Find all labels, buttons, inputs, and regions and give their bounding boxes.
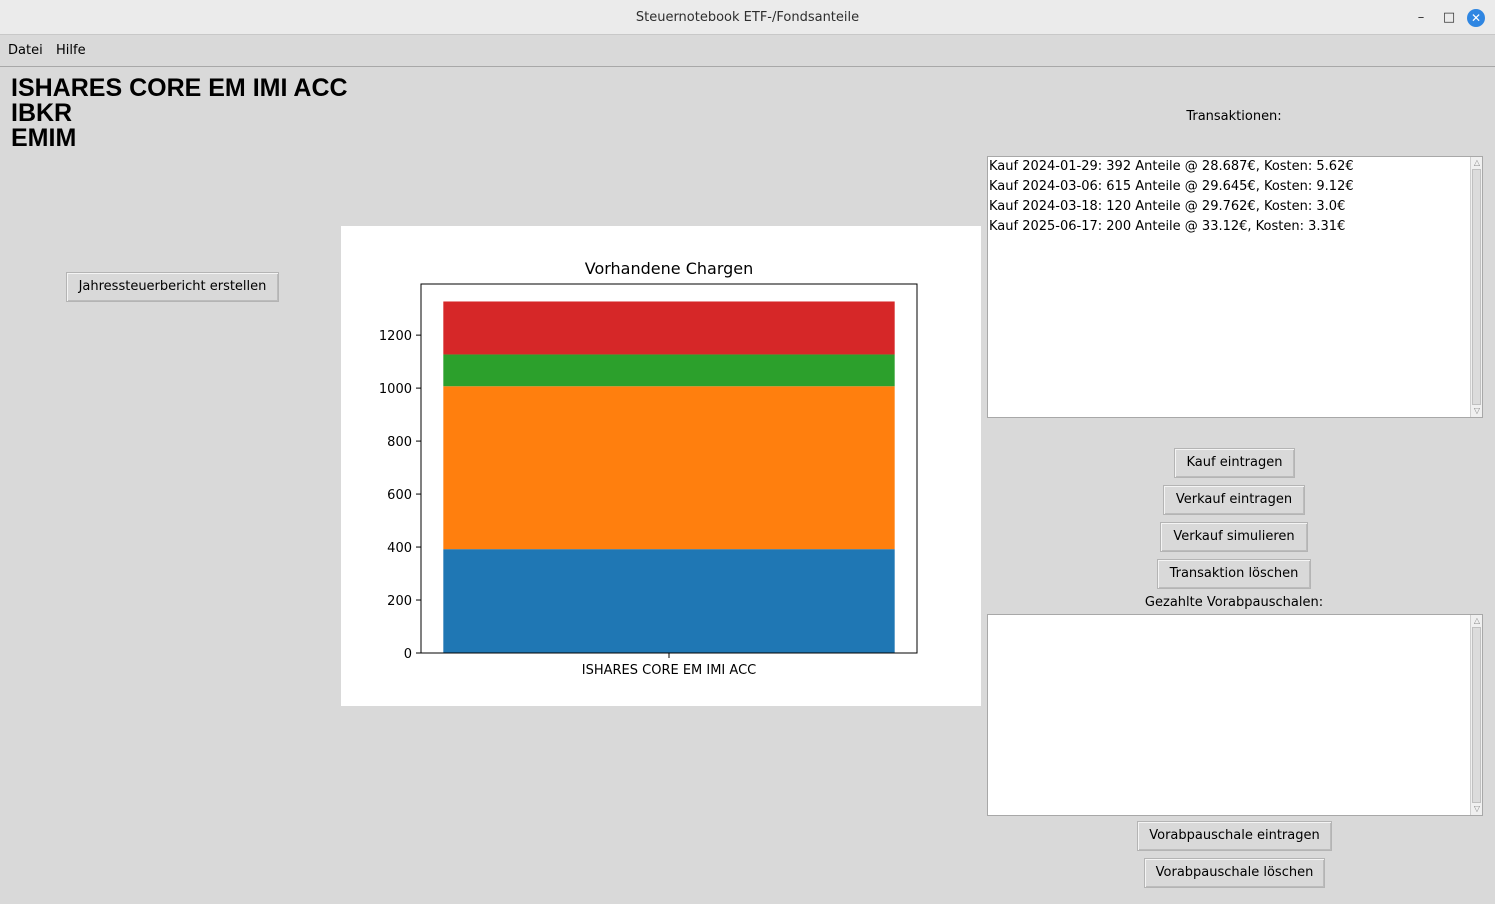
window-title: Steuernotebook ETF-/Fondsanteile <box>635 10 860 25</box>
bar-segment-4 <box>443 301 895 355</box>
scroll-up-icon[interactable]: △ <box>1472 616 1482 626</box>
simulate-sale-button[interactable]: Verkauf simulieren <box>1160 522 1308 552</box>
transaction-row[interactable]: Kauf 2024-03-06: 615 Anteile @ 29.645€, … <box>988 177 1470 197</box>
transaction-row[interactable]: Kauf 2025-06-17: 200 Anteile @ 33.12€, K… <box>988 217 1470 237</box>
prepayments-scrollbar[interactable]: △ ▽ <box>1470 615 1482 815</box>
menu-datei[interactable]: Datei <box>8 43 43 58</box>
chart: Vorhandene Chargen 0 200 400 600 800 1000 1200 I… <box>379 259 918 678</box>
transactions-label: Transaktionen: <box>1186 109 1282 124</box>
scroll-down-icon[interactable]: ▽ <box>1472 406 1482 416</box>
window-titlebar: Steuernotebook ETF-/Fondsanteile – □ ✕ <box>0 0 1495 35</box>
delete-prepayment-button[interactable]: Vorabpauschale löschen <box>1144 858 1325 888</box>
y-tick-label: 1000 <box>379 382 412 397</box>
scroll-down-icon[interactable]: ▽ <box>1472 804 1482 814</box>
transactions-listbox[interactable]: Kauf 2024-01-29: 392 Anteile @ 28.687€, … <box>987 156 1483 418</box>
chart-panel: Vorhandene Chargen 0 200 400 600 800 1000 1200 I… <box>341 226 981 706</box>
bar-segment-2 <box>443 386 895 550</box>
x-tick-label: ISHARES CORE EM IMI ACC <box>582 663 756 678</box>
add-purchase-button[interactable]: Kauf eintragen <box>1174 448 1295 478</box>
transactions-scrollbar[interactable]: △ ▽ <box>1470 157 1482 417</box>
add-sale-button[interactable]: Verkauf eintragen <box>1163 485 1305 515</box>
y-tick-label: 200 <box>387 594 412 609</box>
fund-ticker: EMIM <box>11 124 77 152</box>
y-tick-label: 800 <box>387 435 412 450</box>
scroll-up-icon[interactable]: △ <box>1472 158 1482 168</box>
bar-segment-3 <box>443 354 895 387</box>
add-prepayment-button[interactable]: Vorabpauschale eintragen <box>1137 821 1332 851</box>
prepayments-label: Gezahlte Vorabpauschalen: <box>1144 595 1324 610</box>
y-tick-label: 0 <box>404 647 412 662</box>
delete-transaction-button[interactable]: Transaktion löschen <box>1157 559 1311 589</box>
transaction-row[interactable]: Kauf 2024-01-29: 392 Anteile @ 28.687€, … <box>988 157 1470 177</box>
prepayments-listbox[interactable]: △ ▽ <box>987 614 1483 816</box>
fund-broker: IBKR <box>11 99 73 127</box>
bar-segment-1 <box>443 549 895 653</box>
close-icon[interactable]: ✕ <box>1467 9 1485 27</box>
scrollbar-thumb[interactable] <box>1472 169 1481 405</box>
chart-title: Vorhandene Chargen <box>585 259 754 278</box>
annual-tax-report-button[interactable]: Jahressteuerbericht erstellen <box>66 272 279 302</box>
maximize-icon[interactable]: □ <box>1440 9 1458 27</box>
y-tick-label: 600 <box>387 488 412 503</box>
scrollbar-thumb[interactable] <box>1472 627 1481 803</box>
menu-bar: Datei Hilfe <box>0 35 1495 67</box>
transaction-row[interactable]: Kauf 2024-03-18: 120 Anteile @ 29.762€, … <box>988 197 1470 217</box>
y-tick-label: 400 <box>387 541 412 556</box>
fund-name: ISHARES CORE EM IMI ACC <box>11 74 348 102</box>
y-tick-label: 1200 <box>379 329 412 344</box>
menu-hilfe[interactable]: Hilfe <box>56 43 86 58</box>
minimize-icon[interactable]: – <box>1412 9 1430 27</box>
